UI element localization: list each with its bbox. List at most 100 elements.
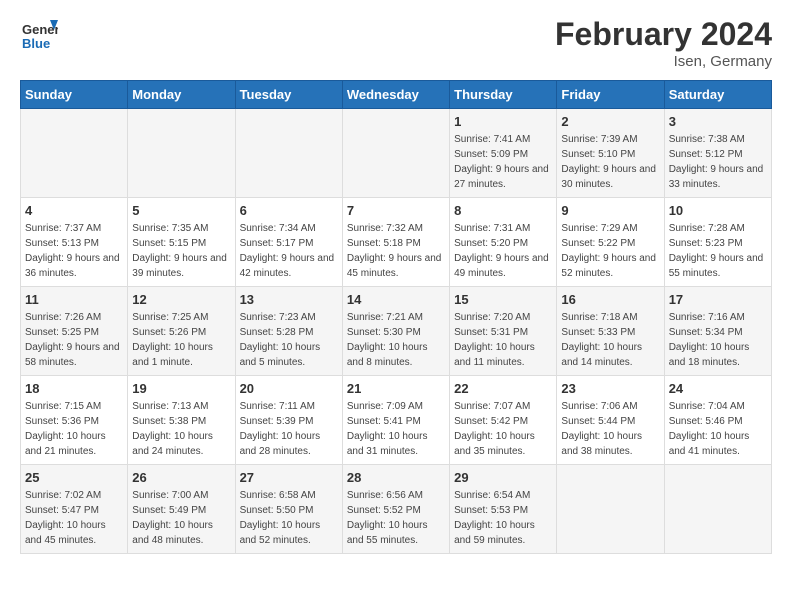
calendar-cell: 11Sunrise: 7:26 AM Sunset: 5:25 PM Dayli… bbox=[21, 287, 128, 376]
logo: General Blue bbox=[20, 16, 58, 59]
day-number: 2 bbox=[561, 114, 659, 129]
calendar-cell: 4 Sunrise: 7:37 AM Sunset: 5:13 PM Daylig… bbox=[21, 198, 128, 287]
day-number: 4 bbox=[25, 203, 123, 218]
day-number: 26 bbox=[132, 470, 230, 485]
calendar-cell: 3 Sunrise: 7:38 AM Sunset: 5:12 PM Daylig… bbox=[664, 109, 771, 198]
calendar-cell: 16 Sunrise: 7:18 AM Sunset: 5:33 PM Dayli… bbox=[557, 287, 664, 376]
day-info: Sunrise: 7:37 AM Sunset: 5:13 PM Dayligh… bbox=[25, 221, 123, 281]
calendar-cell: 26 Sunrise: 7:00 AM Sunset: 5:49 PM Dayli… bbox=[128, 465, 235, 554]
day-number: 5 bbox=[132, 203, 230, 218]
day-info: Sunrise: 7:31 AM Sunset: 5:20 PM Dayligh… bbox=[454, 221, 552, 281]
calendar-cell bbox=[128, 109, 235, 198]
day-number: 10 bbox=[669, 203, 767, 218]
calendar-cell: 25Sunrise: 7:02 AM Sunset: 5:47 PM Dayli… bbox=[21, 465, 128, 554]
calendar-cell: 21 Sunrise: 7:09 AM Sunset: 5:41 PM Dayli… bbox=[342, 376, 449, 465]
day-info: Sunrise: 6:56 AM Sunset: 5:52 PM Dayligh… bbox=[347, 488, 445, 548]
day-info: Sunrise: 7:21 AM Sunset: 5:30 PM Dayligh… bbox=[347, 310, 445, 370]
logo-icon: General Blue bbox=[20, 16, 58, 54]
header-day-thursday: Thursday bbox=[450, 81, 557, 109]
calendar-table: SundayMondayTuesdayWednesdayThursdayFrid… bbox=[20, 80, 772, 554]
day-info: Sunrise: 7:29 AM Sunset: 5:22 PM Dayligh… bbox=[561, 221, 659, 281]
day-info: Sunrise: 7:28 AM Sunset: 5:23 PM Dayligh… bbox=[669, 221, 767, 281]
day-number: 16 bbox=[561, 292, 659, 307]
day-info: Sunrise: 7:23 AM Sunset: 5:28 PM Dayligh… bbox=[240, 310, 338, 370]
calendar-cell: 7 Sunrise: 7:32 AM Sunset: 5:18 PM Daylig… bbox=[342, 198, 449, 287]
week-row-5: 25Sunrise: 7:02 AM Sunset: 5:47 PM Dayli… bbox=[21, 465, 772, 554]
day-info: Sunrise: 7:18 AM Sunset: 5:33 PM Dayligh… bbox=[561, 310, 659, 370]
calendar-cell: 29Sunrise: 6:54 AM Sunset: 5:53 PM Dayli… bbox=[450, 465, 557, 554]
svg-text:Blue: Blue bbox=[22, 36, 50, 51]
day-number: 20 bbox=[240, 381, 338, 396]
day-number: 1 bbox=[454, 114, 552, 129]
day-number: 17 bbox=[669, 292, 767, 307]
day-number: 22 bbox=[454, 381, 552, 396]
calendar-cell: 24Sunrise: 7:04 AM Sunset: 5:46 PM Dayli… bbox=[664, 376, 771, 465]
header-day-tuesday: Tuesday bbox=[235, 81, 342, 109]
calendar-cell: 28 Sunrise: 6:56 AM Sunset: 5:52 PM Dayli… bbox=[342, 465, 449, 554]
header: General Blue February 2024 Isen, Germany bbox=[20, 16, 772, 70]
calendar-cell bbox=[664, 465, 771, 554]
calendar-cell: 12 Sunrise: 7:25 AM Sunset: 5:26 PM Dayli… bbox=[128, 287, 235, 376]
location-subtitle: Isen, Germany bbox=[555, 53, 772, 70]
calendar-cell bbox=[557, 465, 664, 554]
calendar-cell bbox=[342, 109, 449, 198]
day-info: Sunrise: 7:00 AM Sunset: 5:49 PM Dayligh… bbox=[132, 488, 230, 548]
day-number: 3 bbox=[669, 114, 767, 129]
day-number: 13 bbox=[240, 292, 338, 307]
day-info: Sunrise: 7:16 AM Sunset: 5:34 PM Dayligh… bbox=[669, 310, 767, 370]
day-info: Sunrise: 7:20 AM Sunset: 5:31 PM Dayligh… bbox=[454, 310, 552, 370]
day-number: 6 bbox=[240, 203, 338, 218]
header-day-friday: Friday bbox=[557, 81, 664, 109]
day-info: Sunrise: 7:35 AM Sunset: 5:15 PM Dayligh… bbox=[132, 221, 230, 281]
day-number: 7 bbox=[347, 203, 445, 218]
calendar-cell: 18 Sunrise: 7:15 AM Sunset: 5:36 PM Dayli… bbox=[21, 376, 128, 465]
day-info: Sunrise: 7:32 AM Sunset: 5:18 PM Dayligh… bbox=[347, 221, 445, 281]
day-info: Sunrise: 7:06 AM Sunset: 5:44 PM Dayligh… bbox=[561, 399, 659, 459]
day-number: 28 bbox=[347, 470, 445, 485]
day-info: Sunrise: 7:25 AM Sunset: 5:26 PM Dayligh… bbox=[132, 310, 230, 370]
calendar-cell: 8 Sunrise: 7:31 AM Sunset: 5:20 PM Daylig… bbox=[450, 198, 557, 287]
calendar-cell: 19Sunrise: 7:13 AM Sunset: 5:38 PM Dayli… bbox=[128, 376, 235, 465]
day-info: Sunrise: 7:41 AM Sunset: 5:09 PM Dayligh… bbox=[454, 132, 552, 192]
day-info: Sunrise: 6:54 AM Sunset: 5:53 PM Dayligh… bbox=[454, 488, 552, 548]
day-number: 18 bbox=[25, 381, 123, 396]
day-number: 14 bbox=[347, 292, 445, 307]
day-info: Sunrise: 6:58 AM Sunset: 5:50 PM Dayligh… bbox=[240, 488, 338, 548]
day-info: Sunrise: 7:11 AM Sunset: 5:39 PM Dayligh… bbox=[240, 399, 338, 459]
main-title: February 2024 bbox=[555, 16, 772, 53]
day-number: 27 bbox=[240, 470, 338, 485]
day-number: 23 bbox=[561, 381, 659, 396]
day-number: 8 bbox=[454, 203, 552, 218]
day-info: Sunrise: 7:38 AM Sunset: 5:12 PM Dayligh… bbox=[669, 132, 767, 192]
week-row-3: 11Sunrise: 7:26 AM Sunset: 5:25 PM Dayli… bbox=[21, 287, 772, 376]
day-number: 24 bbox=[669, 381, 767, 396]
week-row-2: 4 Sunrise: 7:37 AM Sunset: 5:13 PM Daylig… bbox=[21, 198, 772, 287]
calendar-cell: 13 Sunrise: 7:23 AM Sunset: 5:28 PM Dayli… bbox=[235, 287, 342, 376]
day-info: Sunrise: 7:07 AM Sunset: 5:42 PM Dayligh… bbox=[454, 399, 552, 459]
calendar-cell bbox=[21, 109, 128, 198]
week-row-1: 1 Sunrise: 7:41 AM Sunset: 5:09 PM Daylig… bbox=[21, 109, 772, 198]
calendar-cell: 15Sunrise: 7:20 AM Sunset: 5:31 PM Dayli… bbox=[450, 287, 557, 376]
calendar-cell: 27 Sunrise: 6:58 AM Sunset: 5:50 PM Dayli… bbox=[235, 465, 342, 554]
calendar-cell: 22 Sunrise: 7:07 AM Sunset: 5:42 PM Dayli… bbox=[450, 376, 557, 465]
day-number: 25 bbox=[25, 470, 123, 485]
header-day-saturday: Saturday bbox=[664, 81, 771, 109]
day-info: Sunrise: 7:34 AM Sunset: 5:17 PM Dayligh… bbox=[240, 221, 338, 281]
calendar-cell: 10 Sunrise: 7:28 AM Sunset: 5:23 PM Dayli… bbox=[664, 198, 771, 287]
calendar-cell: 9Sunrise: 7:29 AM Sunset: 5:22 PM Daylig… bbox=[557, 198, 664, 287]
day-number: 11 bbox=[25, 292, 123, 307]
calendar-cell: 14 Sunrise: 7:21 AM Sunset: 5:30 PM Dayli… bbox=[342, 287, 449, 376]
day-info: Sunrise: 7:09 AM Sunset: 5:41 PM Dayligh… bbox=[347, 399, 445, 459]
calendar-cell: 20 Sunrise: 7:11 AM Sunset: 5:39 PM Dayli… bbox=[235, 376, 342, 465]
day-number: 21 bbox=[347, 381, 445, 396]
calendar-cell: 17 Sunrise: 7:16 AM Sunset: 5:34 PM Dayli… bbox=[664, 287, 771, 376]
header-row: SundayMondayTuesdayWednesdayThursdayFrid… bbox=[21, 81, 772, 109]
calendar-cell: 1 Sunrise: 7:41 AM Sunset: 5:09 PM Daylig… bbox=[450, 109, 557, 198]
calendar-cell: 23 Sunrise: 7:06 AM Sunset: 5:44 PM Dayli… bbox=[557, 376, 664, 465]
calendar-cell: 5 Sunrise: 7:35 AM Sunset: 5:15 PM Daylig… bbox=[128, 198, 235, 287]
header-day-sunday: Sunday bbox=[21, 81, 128, 109]
header-day-wednesday: Wednesday bbox=[342, 81, 449, 109]
calendar-cell: 6 Sunrise: 7:34 AM Sunset: 5:17 PM Daylig… bbox=[235, 198, 342, 287]
day-info: Sunrise: 7:15 AM Sunset: 5:36 PM Dayligh… bbox=[25, 399, 123, 459]
day-number: 12 bbox=[132, 292, 230, 307]
